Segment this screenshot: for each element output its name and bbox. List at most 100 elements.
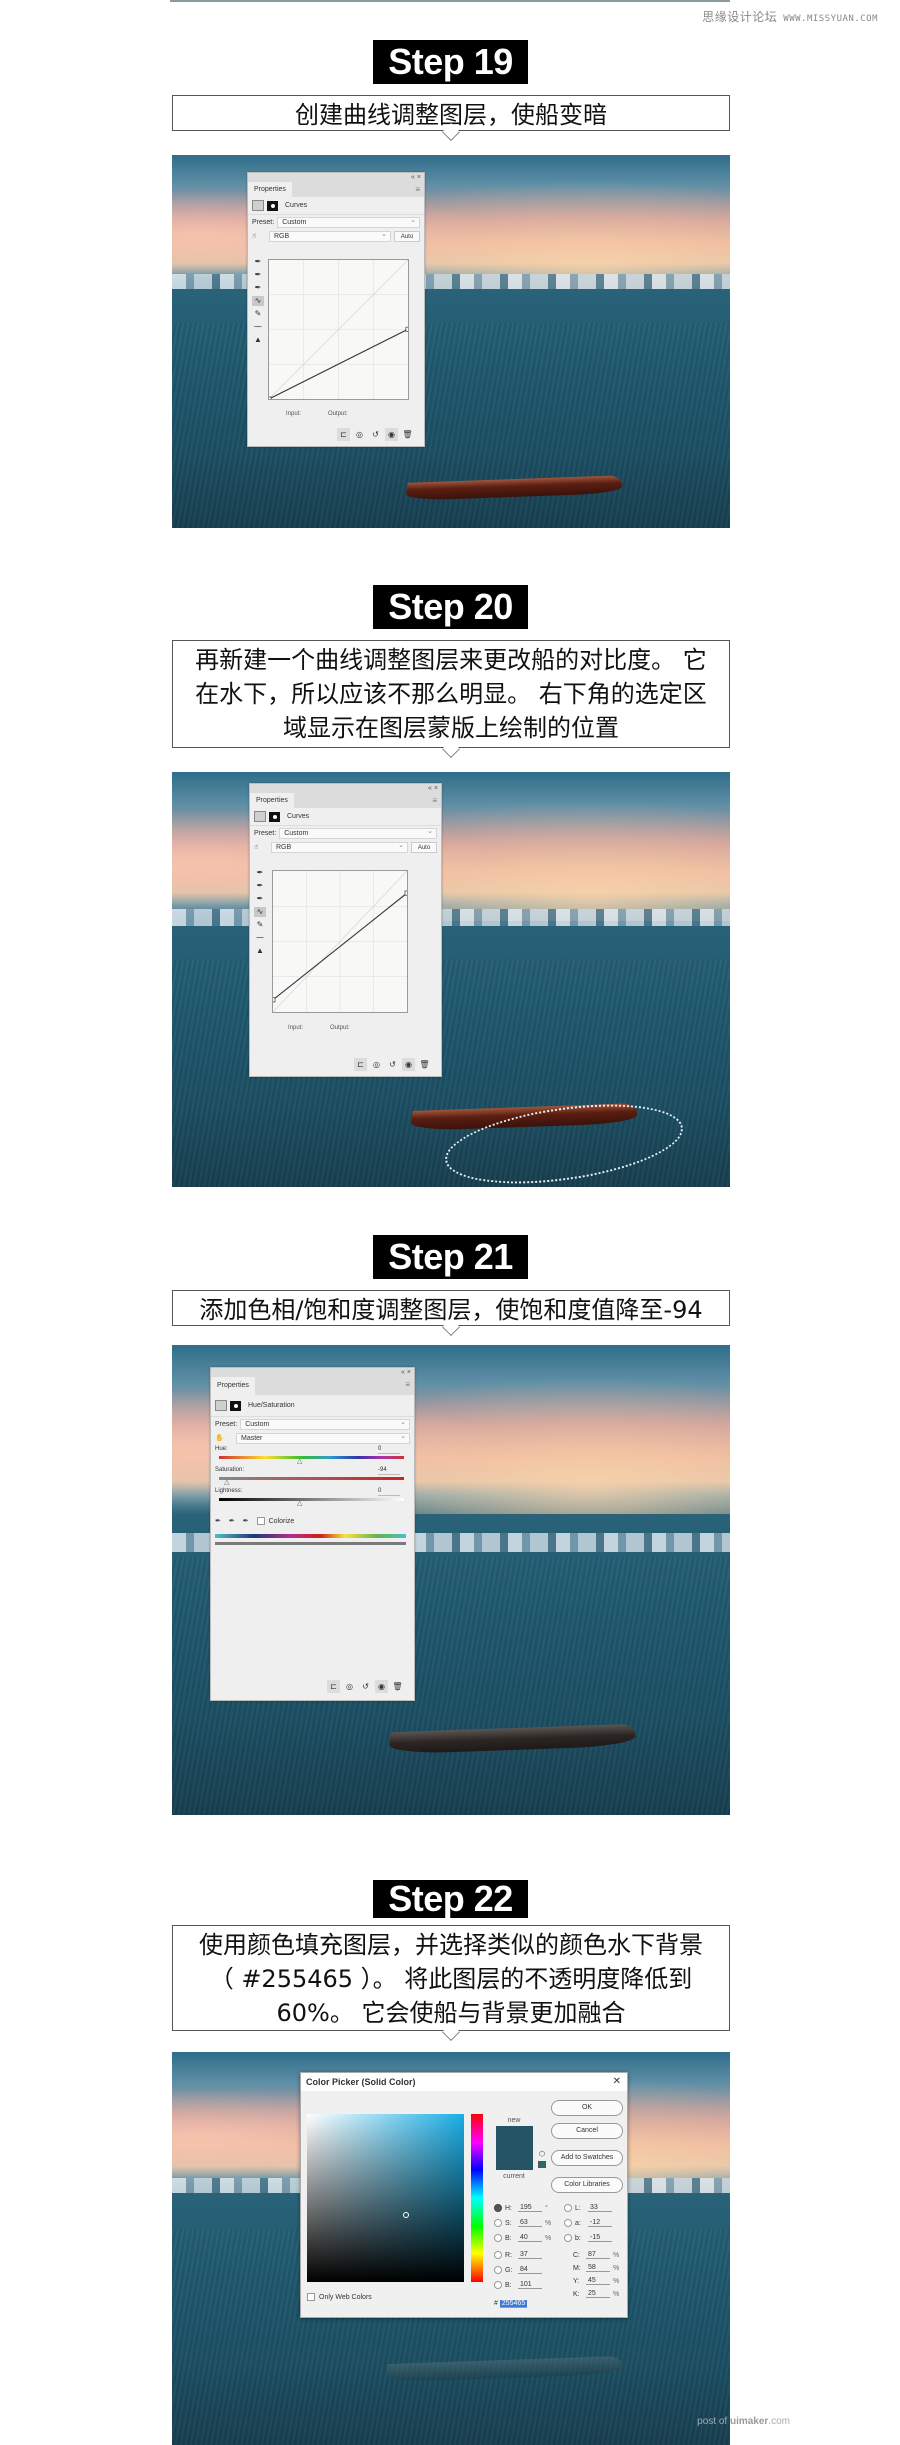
pencil-tool-icon[interactable]: ✎ [252,309,264,319]
value-input[interactable]: 84 [518,2266,542,2274]
channel-select[interactable]: RGB [271,841,408,853]
eyedropper-black-icon[interactable]: ✒ [254,868,266,878]
value-input[interactable]: 37 [518,2251,542,2259]
lightness-slider-thumb[interactable]: △ [297,1499,302,1507]
close-icon[interactable]: ✕ [613,2073,621,2091]
color-field[interactable] [307,2114,464,2282]
hue-saturation-adjustment-icon[interactable] [215,1400,227,1411]
panel-menu-icon[interactable]: ≡ [415,185,420,194]
value-input[interactable]: 101 [518,2281,542,2289]
eyedropper-gray-icon[interactable]: ✒ [254,881,266,891]
eyedropper-icon[interactable]: ✒ [215,1517,221,1525]
view-previous-icon[interactable]: ◎ [370,1058,383,1071]
value-input[interactable]: 45 [586,2277,610,2285]
radio-button[interactable] [494,2234,502,2242]
close-icon[interactable]: × [434,785,438,792]
channel-select[interactable]: Master [236,1432,410,1444]
reset-icon[interactable]: ↺ [359,1680,372,1693]
collapse-icon[interactable]: « [411,174,415,181]
curve-graph[interactable] [272,870,408,1013]
visibility-icon[interactable]: ◉ [402,1058,415,1071]
value-input[interactable]: 33 [588,2204,612,2212]
curve-point-tool-icon[interactable]: ∿ [252,296,264,306]
auto-button[interactable]: Auto [411,841,437,853]
color-field-cursor[interactable] [403,2212,409,2218]
saturation-value[interactable]: -94 [378,1466,400,1475]
layer-mask-icon[interactable] [269,811,280,822]
add-to-swatches-button[interactable]: Add to Swatches [551,2150,623,2166]
reset-icon[interactable]: ↺ [386,1058,399,1071]
hue-slider[interactable] [471,2114,483,2282]
targeted-adjustment-icon[interactable]: ☝ [254,843,268,851]
web-safe-color-icon[interactable] [538,2161,546,2168]
value-input[interactable]: 58 [586,2264,610,2272]
clip-to-layer-icon[interactable]: ⊏ [337,428,350,441]
view-previous-icon[interactable]: ◎ [353,428,366,441]
radio-button[interactable] [494,2281,502,2289]
smooth-icon[interactable]: ⁓ [254,933,266,943]
targeted-adjustment-hand-icon[interactable]: ✋ [215,1434,233,1442]
clip-to-layer-icon[interactable]: ⊏ [327,1680,340,1693]
hex-input[interactable]: 255465 [499,2300,528,2308]
eyedropper-add-icon[interactable]: ✒ [229,1517,235,1525]
targeted-adjustment-icon[interactable]: ☝ [252,232,266,240]
eyedropper-black-icon[interactable]: ✒ [252,257,264,267]
clipping-warning-icon[interactable]: ▲ [254,946,266,956]
preset-select[interactable]: Custom [277,216,420,228]
curves-adjustment-icon[interactable] [252,200,264,211]
curve-graph[interactable] [268,259,409,400]
value-input[interactable]: 195 [518,2204,542,2212]
layer-mask-icon[interactable] [267,200,278,211]
curve-control-point[interactable] [404,890,407,896]
value-input[interactable]: -12 [588,2219,612,2227]
preset-select[interactable]: Custom [279,827,437,839]
radio-button[interactable] [494,2251,502,2259]
panel-menu-icon[interactable]: ≡ [432,796,437,805]
radio-button[interactable] [564,2219,572,2227]
tab-properties[interactable]: Properties [211,1377,255,1395]
eyedropper-white-icon[interactable]: ✒ [252,283,264,293]
eyedropper-white-icon[interactable]: ✒ [254,894,266,904]
value-input[interactable]: -15 [588,2234,612,2242]
pencil-tool-icon[interactable]: ✎ [254,920,266,930]
curve-control-point[interactable] [405,326,408,332]
hue-value[interactable]: 0 [378,1445,400,1454]
colorize-checkbox[interactable] [256,1517,265,1525]
lightness-value[interactable]: 0 [378,1487,400,1496]
channel-select[interactable]: RGB [269,230,391,242]
eyedropper-gray-icon[interactable]: ✒ [252,270,264,280]
reset-icon[interactable]: ↺ [369,428,382,441]
smooth-icon[interactable]: ⁓ [252,322,264,332]
clip-to-layer-icon[interactable]: ⊏ [354,1058,367,1071]
value-input[interactable]: 25 [586,2290,610,2298]
eyedropper-subtract-icon[interactable]: ✒ [243,1517,249,1525]
value-input[interactable]: 40 [518,2234,542,2242]
tab-properties[interactable]: Properties [250,793,294,808]
curve-point-tool-icon[interactable]: ∿ [254,907,266,917]
curve-control-point[interactable] [269,396,272,399]
radio-button[interactable] [494,2204,502,2212]
saturation-slider-thumb[interactable]: △ [224,1478,229,1486]
radio-button[interactable] [494,2266,502,2274]
cancel-button[interactable]: Cancel [551,2123,623,2139]
visibility-icon[interactable]: ◉ [385,428,398,441]
radio-button[interactable] [564,2234,572,2242]
value-input[interactable]: 87 [586,2251,610,2259]
close-icon[interactable]: × [407,1369,411,1376]
layer-mask-icon[interactable] [230,1400,241,1411]
radio-button[interactable] [494,2219,502,2227]
collapse-icon[interactable]: « [401,1369,405,1376]
view-previous-icon[interactable]: ◎ [343,1680,356,1693]
curve-control-point[interactable] [273,997,276,1003]
auto-button[interactable]: Auto [394,230,420,242]
preset-select[interactable]: Custom [240,1418,410,1430]
tab-properties[interactable]: Properties [248,182,292,197]
collapse-icon[interactable]: « [428,785,432,792]
delete-icon[interactable]: 🗑 [401,428,414,441]
delete-icon[interactable]: 🗑 [418,1058,431,1071]
color-libraries-button[interactable]: Color Libraries [551,2177,623,2193]
clipping-warning-icon[interactable]: ▲ [252,335,264,345]
delete-icon[interactable]: 🗑 [391,1680,404,1693]
curves-adjustment-icon[interactable] [254,811,266,822]
panel-menu-icon[interactable]: ≡ [405,1380,410,1389]
